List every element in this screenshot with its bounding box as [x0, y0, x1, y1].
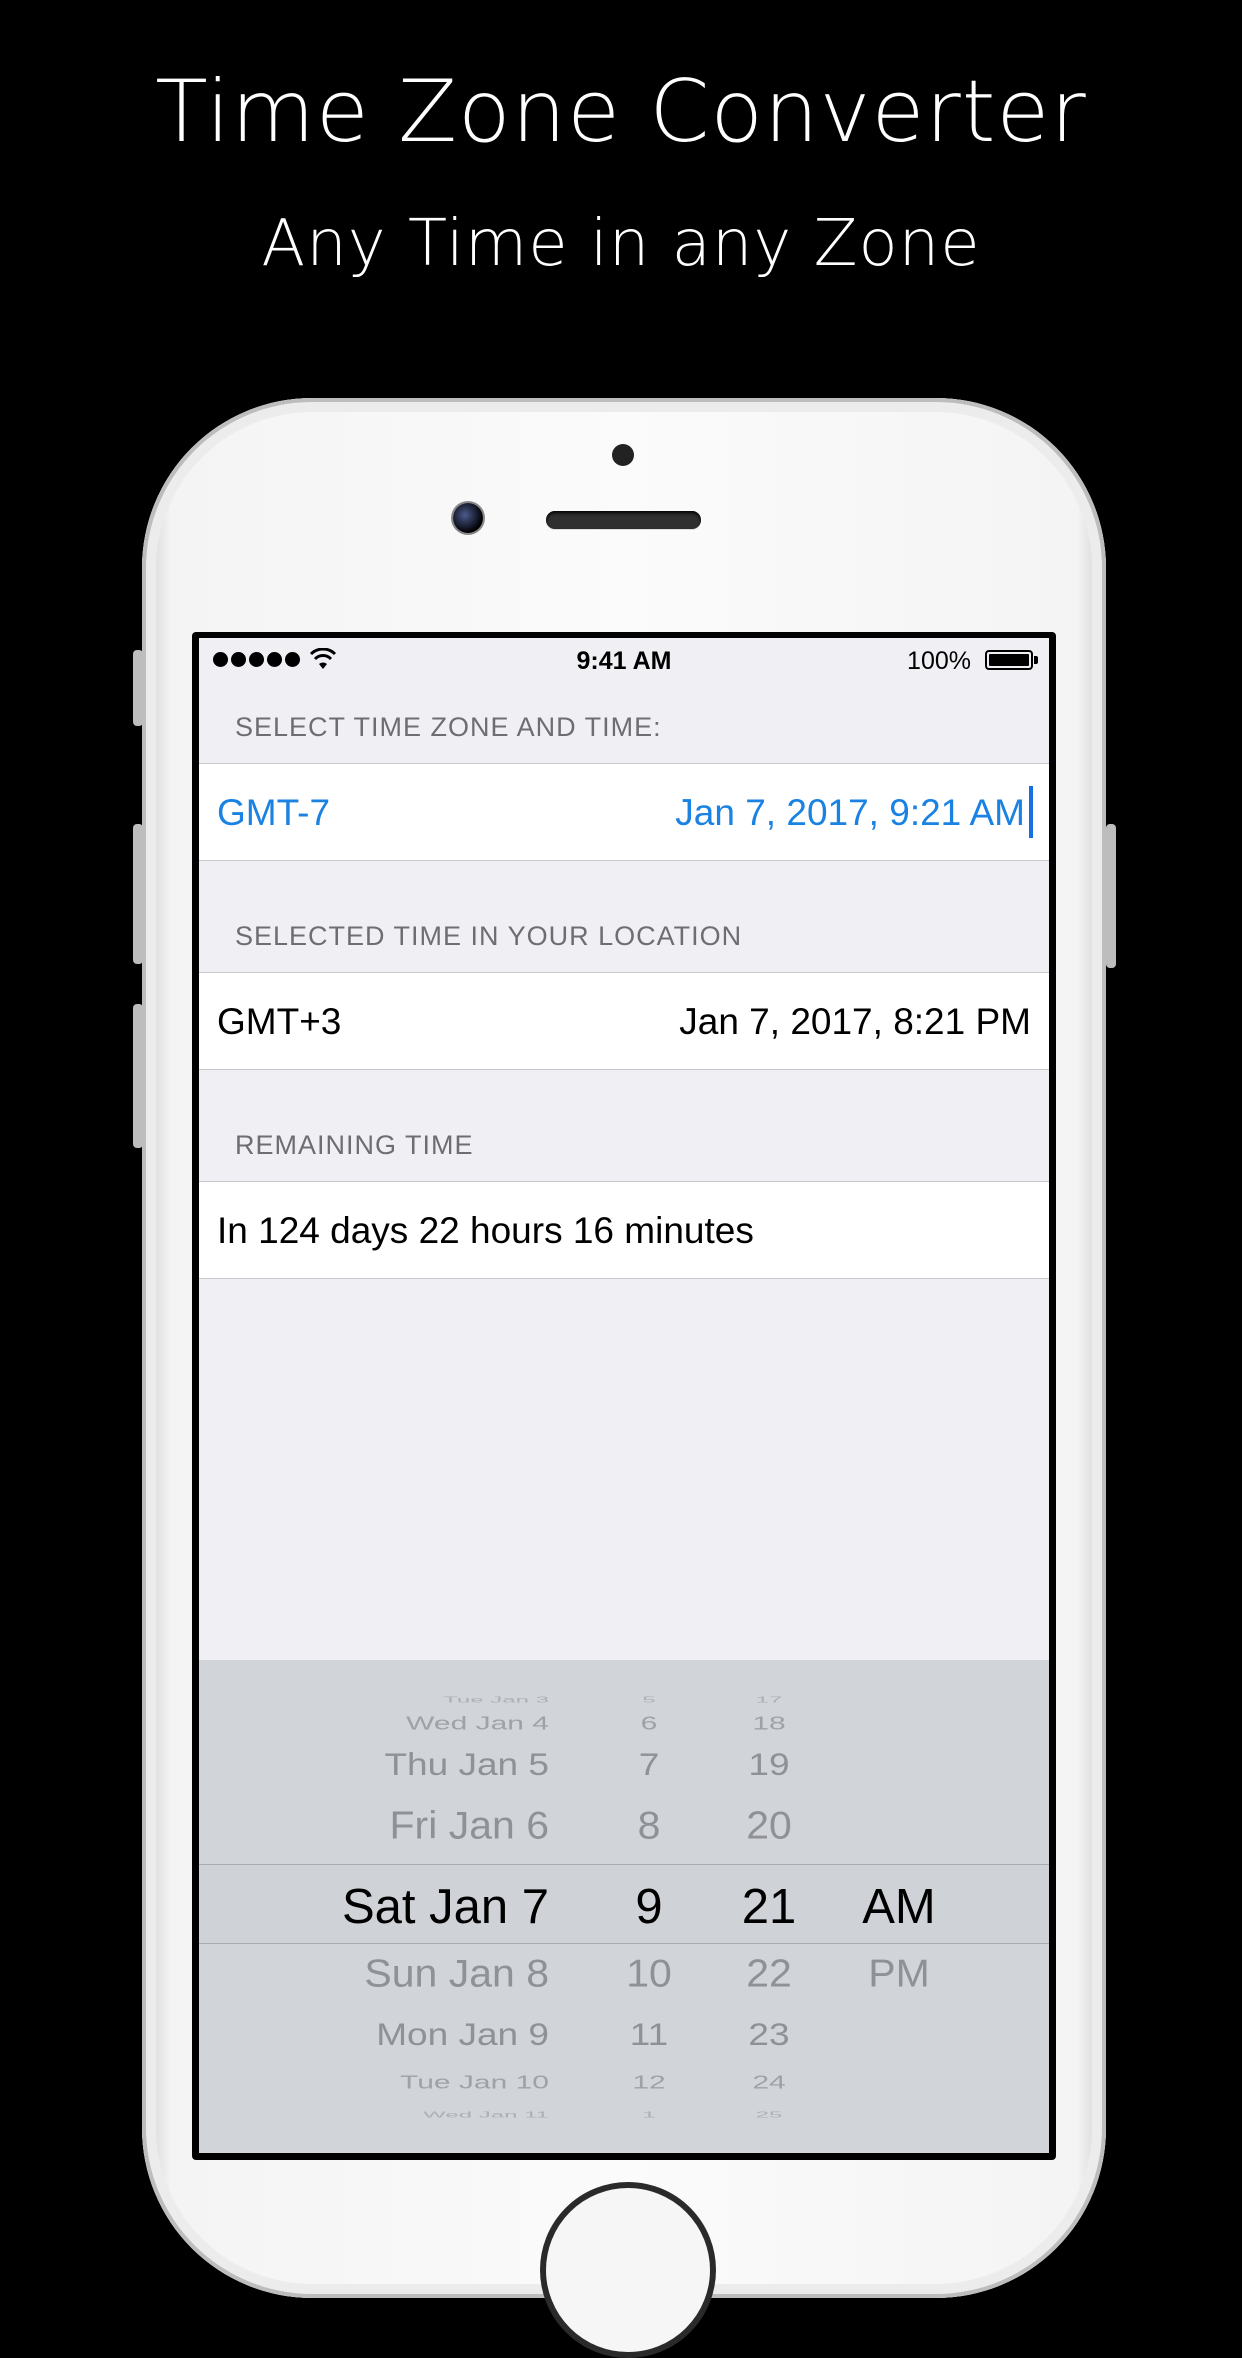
local-datetime-value: Jan 7, 2017, 8:21 PM [679, 1001, 1031, 1042]
picker-hour-selected[interactable]: 9 [635, 1879, 662, 1935]
app-screen: 9:41 AM 100% SELECT TIME ZONE AND TIME: … [199, 638, 1049, 2153]
date-time-picker[interactable]: Tue Jan 3 Wed Jan 4 Thu Jan 5 Fri Jan 6 … [199, 1660, 1049, 2153]
picker-minute-item[interactable]: 19 [748, 1747, 789, 1783]
picker-date-item[interactable]: Tue Jan 10 [400, 2072, 549, 2093]
picker-minute-item[interactable]: 17 [756, 1695, 783, 1705]
picker-minute-item[interactable]: 20 [746, 1803, 792, 1848]
picker-hour-item[interactable]: 8 [638, 1803, 661, 1848]
picker-date-selected[interactable]: Sat Jan 7 [342, 1879, 549, 1935]
picker-date-item[interactable]: Wed Jan 4 [406, 1713, 549, 1734]
picker-hour-item[interactable]: 11 [630, 2017, 668, 2053]
picker-hour-item[interactable]: 10 [626, 1951, 672, 1996]
picker-ampm-item[interactable]: PM [868, 1951, 930, 1996]
power-button [1106, 824, 1116, 968]
picker-date-item[interactable]: Sun Jan 8 [364, 1951, 549, 1996]
section-header-location: SELECTED TIME IN YOUR LOCATION [235, 921, 743, 951]
picker-ampm-wheel[interactable]: AM PM [839, 1660, 959, 2153]
local-timezone-cell: GMT+3 Jan 7, 2017, 8:21 PM [199, 972, 1049, 1070]
picker-ampm-selected[interactable]: AM [862, 1879, 936, 1935]
picker-hour-item[interactable]: 12 [632, 2072, 665, 2093]
picker-hour-wheel[interactable]: 5 6 7 8 9 10 11 12 1 [599, 1660, 699, 2153]
volume-down-button [133, 1004, 143, 1148]
picker-date-item[interactable]: Tue Jan 3 [443, 1695, 549, 1705]
picker-minute-item[interactable]: 23 [748, 2017, 789, 2053]
proximity-sensor [612, 444, 634, 466]
source-timezone-label[interactable]: GMT-7 [217, 792, 330, 834]
remaining-time-value: In 124 days 22 hours 16 minutes [217, 1210, 754, 1251]
home-button[interactable] [540, 2182, 716, 2358]
picker-date-wheel[interactable]: Tue Jan 3 Wed Jan 4 Thu Jan 5 Fri Jan 6 … [239, 1660, 549, 2153]
picker-hour-item[interactable]: 7 [639, 1747, 660, 1783]
earpiece-speaker [546, 511, 701, 529]
section-header-select: SELECT TIME ZONE AND TIME: [235, 712, 662, 742]
front-camera [453, 503, 483, 533]
page-subtitle: Any Time in any Zone [261, 207, 981, 281]
battery-icon [985, 650, 1033, 670]
picker-minute-item[interactable]: 22 [746, 1951, 792, 1996]
picker-date-item[interactable]: Wed Jan 11 [423, 2110, 549, 2120]
picker-minute-selected[interactable]: 21 [742, 1879, 797, 1935]
picker-hour-item[interactable]: 5 [642, 1695, 655, 1705]
picker-date-item[interactable]: Thu Jan 5 [384, 1747, 549, 1783]
picker-date-item[interactable]: Mon Jan 9 [376, 2017, 549, 2053]
source-datetime-value[interactable]: Jan 7, 2017, 9:21 AM [675, 792, 1025, 834]
page-title: Time Zone Converter [155, 62, 1087, 162]
text-cursor [1029, 786, 1033, 838]
volume-up-button [133, 824, 143, 964]
mute-switch [133, 650, 143, 726]
local-timezone-label: GMT+3 [217, 1001, 342, 1042]
picker-date-item[interactable]: Fri Jan 6 [390, 1803, 550, 1848]
picker-minute-item[interactable]: 18 [752, 1713, 785, 1734]
picker-minute-wheel[interactable]: 17 18 19 20 21 22 23 24 25 [719, 1660, 819, 2153]
picker-minute-item[interactable]: 25 [756, 2110, 783, 2120]
picker-hour-item[interactable]: 1 [642, 2110, 655, 2120]
status-bar: 9:41 AM 100% [199, 638, 1049, 682]
source-timezone-cell[interactable]: GMT-7 Jan 7, 2017, 9:21 AM [199, 763, 1049, 861]
battery-percentage: 100% [907, 647, 971, 675]
section-header-remaining: REMAINING TIME [235, 1130, 474, 1160]
remaining-time-cell: In 124 days 22 hours 16 minutes [199, 1181, 1049, 1279]
picker-hour-item[interactable]: 6 [641, 1713, 658, 1734]
picker-minute-item[interactable]: 24 [752, 2072, 785, 2093]
